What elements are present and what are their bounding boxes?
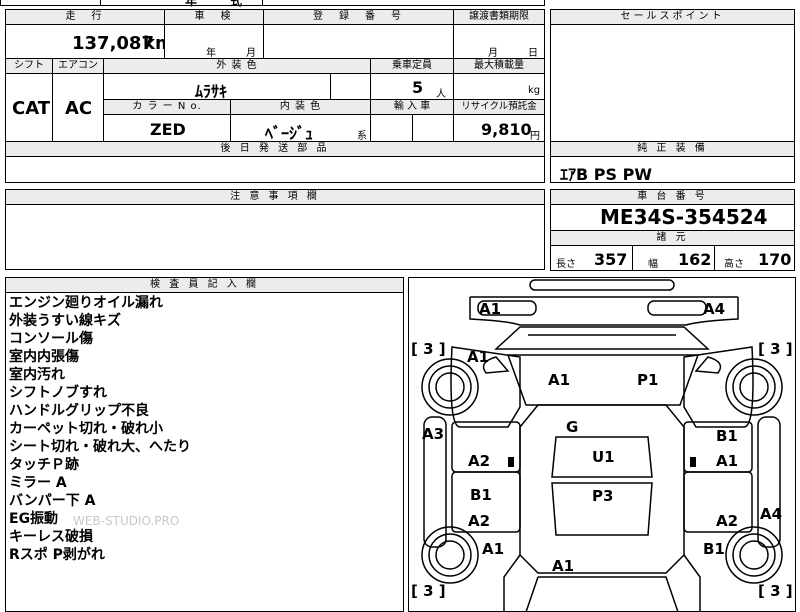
shift-value: CAT xyxy=(12,98,51,119)
cell-divider xyxy=(632,245,633,271)
note-line: シフトノブすれ xyxy=(9,385,107,401)
color-no-value: ZED xyxy=(150,120,186,139)
cell-divider xyxy=(330,73,331,100)
top-divider xyxy=(100,0,101,6)
tire-rear-left: [ 3 ] xyxy=(411,582,446,600)
top-divider xyxy=(262,0,263,6)
damage-mark: A2 xyxy=(468,452,491,470)
length-value: 357 xyxy=(594,250,628,269)
inspection-header: 車 検 xyxy=(164,9,264,25)
damage-mark: A1 xyxy=(482,540,505,558)
registration-cell xyxy=(263,24,454,59)
note-line: Rスポ P剥がれ xyxy=(9,547,105,563)
notes-cell xyxy=(5,204,545,270)
damage-mark: A3 xyxy=(422,425,445,443)
color-no-header: カ ラ ー N o. xyxy=(103,99,231,115)
max-load-unit: kg xyxy=(528,85,541,96)
inspector-header: 検 査 員 記 入 欄 xyxy=(5,277,404,293)
top-partial-text: 年 xyxy=(185,0,198,8)
damage-mark: A1 xyxy=(716,452,739,470)
registration-header: 登 録 番 号 xyxy=(263,9,454,25)
tire-front-right: [ 3 ] xyxy=(758,340,793,358)
width-value: 162 xyxy=(678,250,712,269)
capacity-unit: 人 xyxy=(436,89,446,100)
interior-color-suffix: 系 xyxy=(357,131,367,142)
genuine-equipment-header: 純 正 装 備 xyxy=(550,141,795,157)
genuine-equipment-value: ｴｱB PS PW xyxy=(560,165,652,184)
damage-mark: A2 xyxy=(468,512,491,530)
mileage-value: 137,087 xyxy=(72,33,154,54)
mileage-header: 走 行 xyxy=(5,9,165,25)
import-header: 輸 入 車 xyxy=(370,99,454,115)
recycle-value: 9,810 xyxy=(481,120,532,139)
note-line: コンソール傷 xyxy=(9,331,93,347)
tire-rear-right: [ 3 ] xyxy=(758,582,793,600)
recycle-unit: 円 xyxy=(530,131,540,142)
aircon-header: エアコン xyxy=(52,58,104,74)
damage-mark: A2 xyxy=(716,512,739,530)
note-line: ミラー A xyxy=(9,475,67,491)
damage-mark: A4 xyxy=(703,300,726,318)
chassis-header: 車 台 番 号 xyxy=(550,189,795,205)
watermark-text: WEB-STUDIO.PRO xyxy=(73,514,180,528)
damage-mark: A4 xyxy=(760,505,783,523)
later-parts-header: 後 日 発 送 部 品 xyxy=(5,141,545,157)
note-line: エンジン廻りオイル漏れ xyxy=(9,295,163,311)
aircon-value: AC xyxy=(65,98,93,119)
width-label: 幅 xyxy=(648,259,658,270)
top-partial-text: 式 xyxy=(230,0,243,8)
damage-mark: A1 xyxy=(479,300,502,318)
note-line: ハンドルグリップ不良 xyxy=(9,403,149,419)
capacity-header: 乗車定員 xyxy=(370,58,454,74)
note-line: タッチＰ跡 xyxy=(9,457,79,473)
chassis-value: ME34S-354524 xyxy=(600,205,768,229)
inspection-month: 月 xyxy=(246,48,256,59)
damage-mark: A1 xyxy=(552,557,575,575)
sales-point-header: セールスポイント xyxy=(550,9,795,25)
shift-header: シフト xyxy=(5,58,53,74)
damage-mark: B1 xyxy=(703,540,725,558)
transfer-header: 譲渡書類期限 xyxy=(453,9,545,25)
notes-header: 注 意 事 項 欄 xyxy=(5,189,545,205)
interior-color-header: 内 装 色 xyxy=(230,99,371,115)
damage-mark: A1 xyxy=(467,348,490,366)
damage-mark: U1 xyxy=(592,448,615,466)
transfer-month: 月 xyxy=(488,48,498,59)
height-label: 高さ xyxy=(724,259,744,270)
note-line: カーペット切れ・破れ小 xyxy=(9,421,163,437)
cell-divider xyxy=(714,245,715,271)
note-line: キーレス破損 xyxy=(9,529,93,545)
note-line: シート切れ・破れ大、へたり xyxy=(9,439,191,455)
tire-front-left: [ 3 ] xyxy=(411,340,446,358)
height-value: 170 xyxy=(758,250,792,269)
recycle-header: リサイクル預託金 xyxy=(453,99,545,115)
sales-point-cell xyxy=(550,24,795,142)
top-strip xyxy=(0,0,545,6)
damage-mark: B1 xyxy=(716,427,738,445)
damage-mark: A1 xyxy=(548,371,571,389)
exterior-color-header: 外 装 色 xyxy=(103,58,371,74)
note-line: 室内汚れ xyxy=(9,367,65,383)
cell-divider xyxy=(412,114,413,142)
note-line: 外装うすい線キズ xyxy=(9,313,121,329)
note-line: バンパー下 A xyxy=(9,493,96,509)
specs-header: 諸 元 xyxy=(550,230,795,246)
damage-mark: P1 xyxy=(637,371,659,389)
capacity-value: 5 xyxy=(412,78,424,97)
later-parts-cell xyxy=(5,156,545,183)
damage-mark: G xyxy=(566,418,579,436)
transfer-day: 日 xyxy=(528,48,538,59)
note-line: 室内内張傷 xyxy=(9,349,79,365)
max-load-header: 最大積載量 xyxy=(453,58,545,74)
inspection-year: 年 xyxy=(206,48,216,59)
length-label: 長さ xyxy=(556,259,576,270)
damage-mark: P3 xyxy=(592,487,614,505)
damage-mark: B1 xyxy=(470,486,492,504)
